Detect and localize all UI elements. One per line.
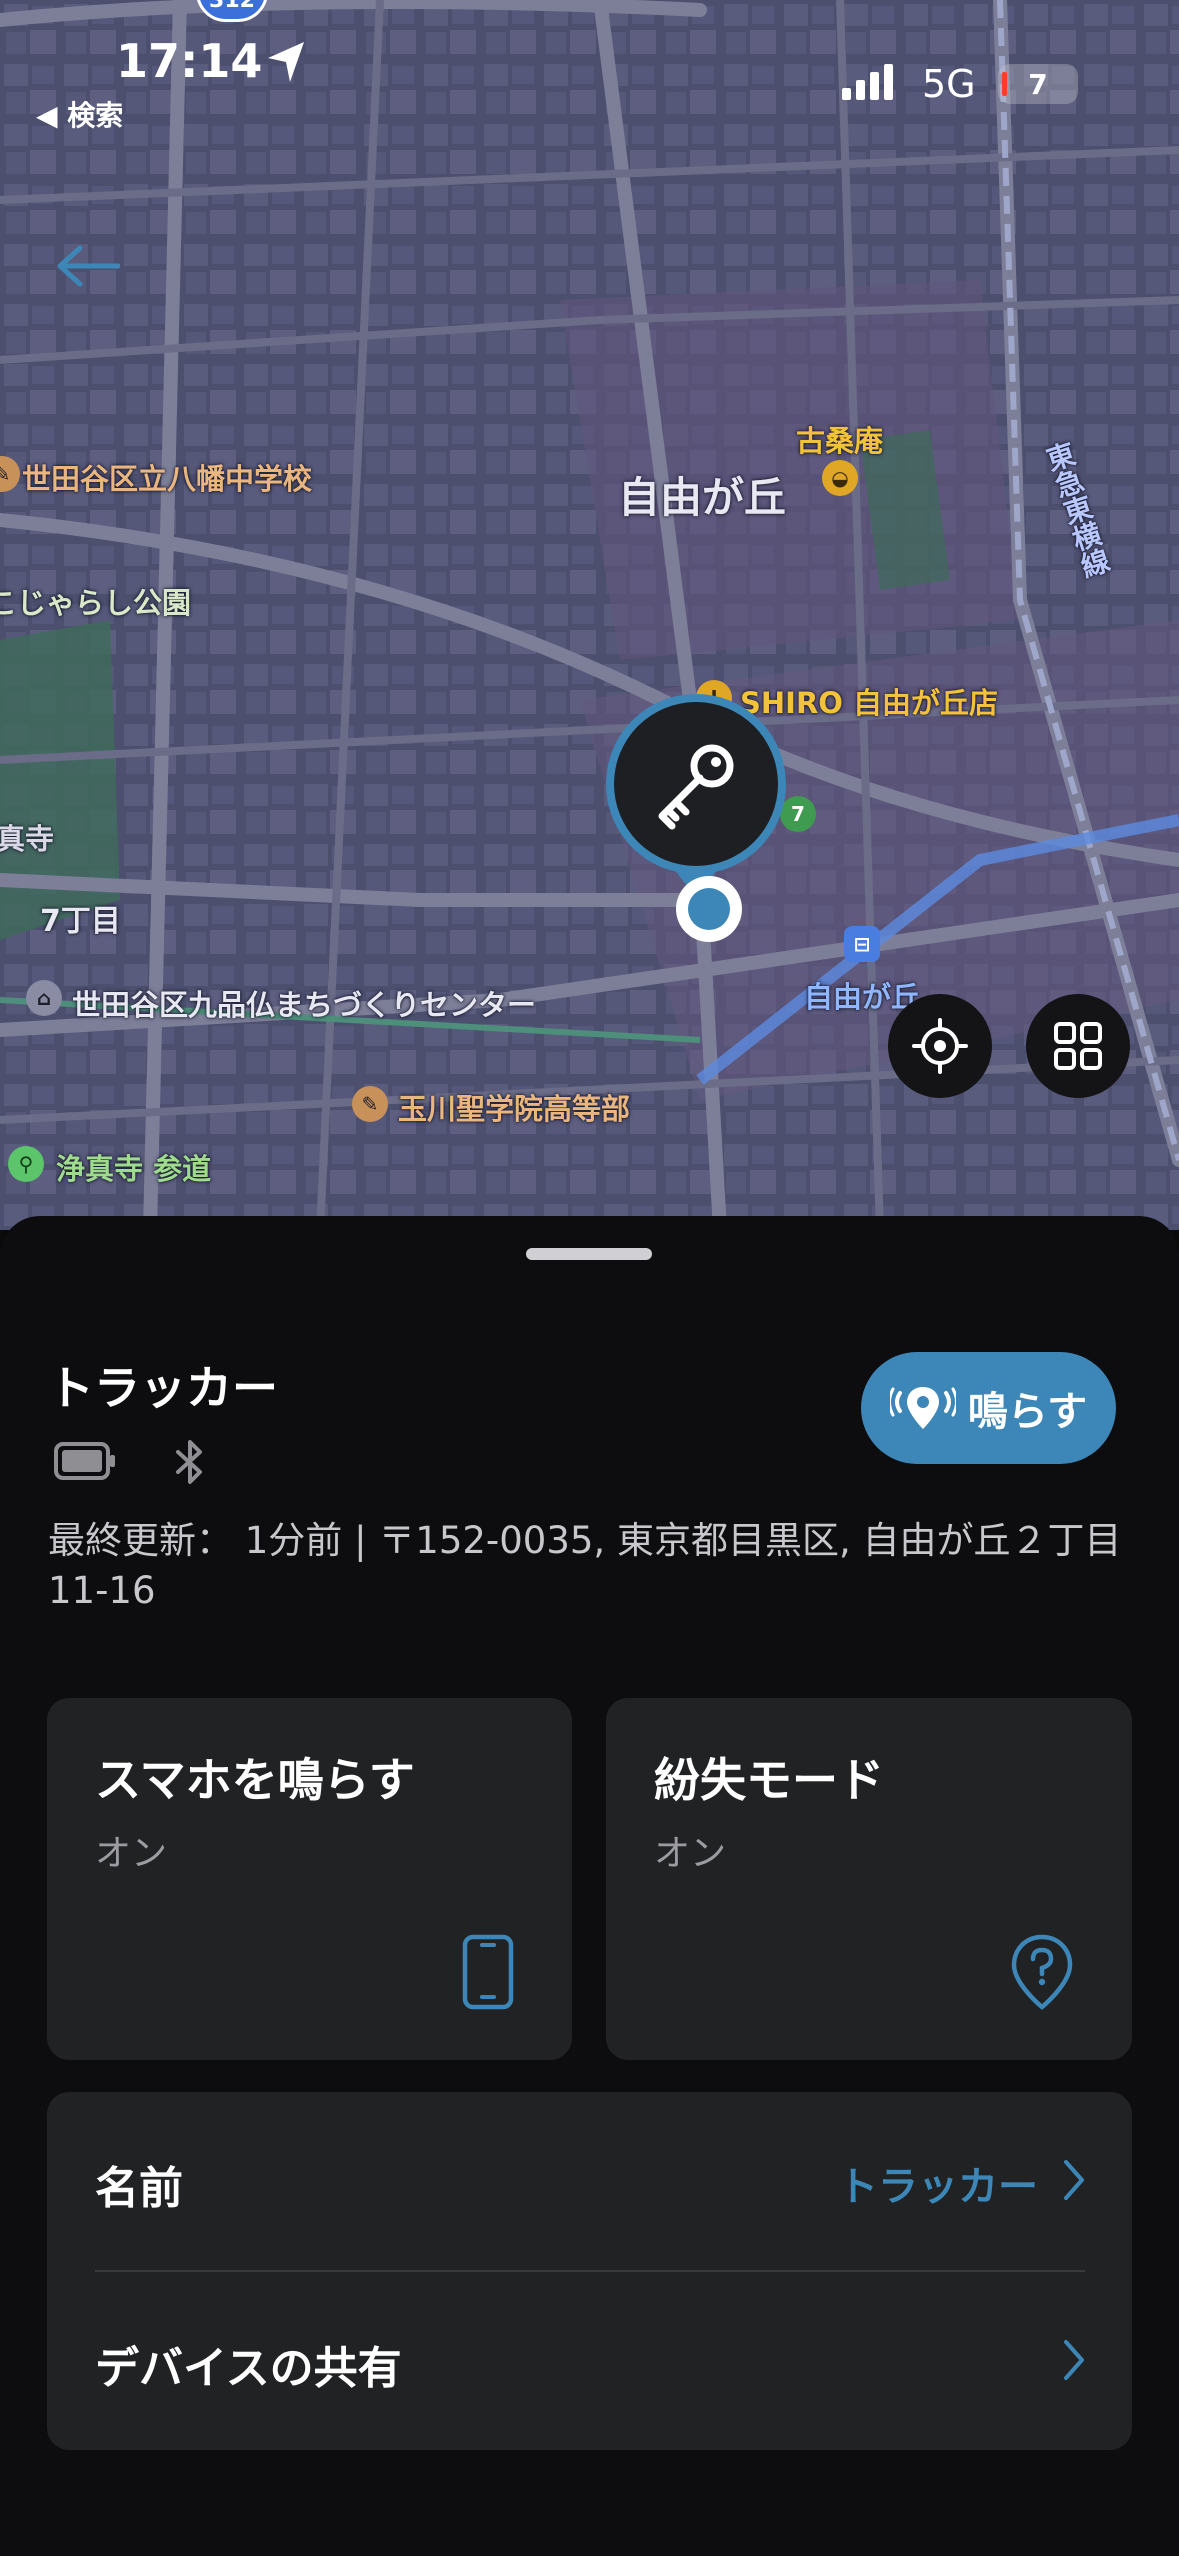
- map-label-temple[interactable]: 真寺: [0, 816, 54, 858]
- shop-basket-icon: ◒: [822, 460, 858, 496]
- question-pin-icon: [1011, 1934, 1073, 2010]
- last-updated-address: 最終更新： 1分前 | 〒152-0035, 東京都目黒区, 自由が丘２丁目11…: [48, 1519, 1122, 1612]
- back-arrow-icon[interactable]: [56, 244, 120, 288]
- device-detail-sheet: トラッカー 鳴らす 最終更新： 1分前 | 〒152-0035, 東京都目黒区,…: [0, 1216, 1179, 2556]
- battery-indicator: 7: [998, 64, 1078, 104]
- ring-phone-card[interactable]: スマホを鳴らす オン: [47, 1698, 572, 2060]
- ring-location-icon: [889, 1387, 956, 1429]
- device-sharing-label: デバイスの共有: [95, 2343, 402, 2394]
- back-to-search-link[interactable]: ◀ 検索: [36, 94, 123, 134]
- train-station-icon: ⊟: [844, 926, 880, 962]
- convenience-store-icon: 7: [780, 796, 816, 832]
- ring-phone-title: スマホを鳴らす: [95, 1753, 415, 1807]
- key-icon: [658, 744, 734, 830]
- map-label-tamagawa[interactable]: 玉川聖学院高等部: [398, 1086, 630, 1128]
- map-label-shiro[interactable]: SHIRO 自由が丘店: [740, 680, 998, 722]
- device-battery-icon: [54, 1442, 115, 1480]
- location-services-icon: [268, 42, 304, 82]
- map-layers-button[interactable]: [1026, 994, 1130, 1098]
- chevron-right-icon: [1064, 2160, 1084, 2200]
- lost-mode-status: オン: [654, 1833, 727, 1874]
- name-row[interactable]: 名前 トラッカー: [47, 2092, 1132, 2272]
- lost-mode-title: 紛失モード: [654, 1753, 884, 1807]
- map-label-school-yahata[interactable]: 世田谷区立八幡中学校: [22, 456, 312, 498]
- device-settings-list: 名前 トラッカー デバイスの共有: [47, 2092, 1132, 2450]
- device-pin-inner[interactable]: [614, 702, 778, 866]
- cellular-signal-icon: [842, 64, 893, 100]
- map-label-jiyugaoka[interactable]: 自由が丘: [618, 464, 786, 525]
- battery-level: 7: [1028, 67, 1048, 101]
- sheet-grabber[interactable]: [526, 1248, 652, 1260]
- map-label-chome7: 7丁目: [40, 904, 121, 939]
- map-label-center[interactable]: 世田谷区九品仏まちづくりセンター: [72, 982, 536, 1024]
- recenter-button[interactable]: [888, 994, 992, 1098]
- ring-device-button[interactable]: 鳴らす: [861, 1352, 1116, 1464]
- grid-icon: [1054, 1022, 1102, 1070]
- lost-mode-card[interactable]: 紛失モード オン: [606, 1698, 1132, 2060]
- current-location-dot: [676, 876, 742, 942]
- chevron-right-icon: [1064, 2340, 1084, 2380]
- school-icon-tamagawa: ✎: [352, 1086, 388, 1122]
- bluetooth-icon: [176, 1440, 202, 1484]
- government-building-icon: ⌂: [26, 980, 62, 1016]
- device-sharing-row[interactable]: デバイスの共有: [47, 2272, 1132, 2450]
- network-type: 5G: [922, 62, 976, 106]
- map-view[interactable]: 312 世田谷区立八幡中学校 ✎ こじゃらし公園 自由が丘 古桑庵 ◒ SHIR…: [0, 0, 1179, 1230]
- map-label-joshinji[interactable]: 浄真寺 参道: [56, 1146, 211, 1188]
- name-row-label: 名前: [95, 2163, 183, 2214]
- status-time: 17:14: [116, 34, 263, 88]
- walking-trail-icon: ⚲: [8, 1146, 44, 1182]
- crosshair-icon: [912, 1018, 968, 1074]
- ring-phone-status: オン: [95, 1833, 168, 1874]
- name-row-value: トラッカー: [838, 2164, 1038, 2210]
- ring-device-label: 鳴らす: [967, 1389, 1088, 1435]
- map-label-kokuwan[interactable]: 古桑庵: [796, 418, 883, 460]
- device-name-title: トラッカー: [48, 1361, 278, 1415]
- map-label-park[interactable]: こじゃらし公園: [0, 580, 191, 622]
- smartphone-icon: [462, 1934, 514, 2010]
